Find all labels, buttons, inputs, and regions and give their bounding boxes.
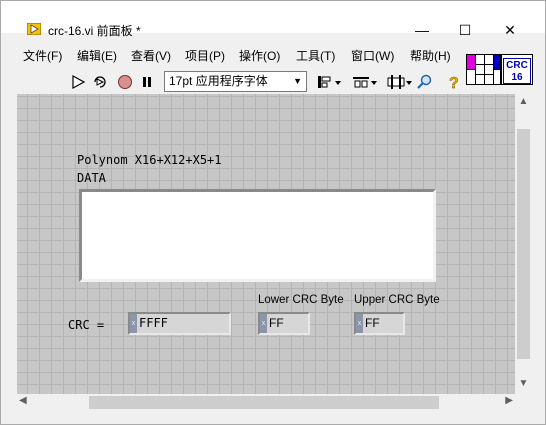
radix-icon: x: [356, 314, 363, 333]
vi-icon-line2: 16: [511, 72, 523, 83]
menu-view[interactable]: 查看(V): [131, 48, 171, 64]
horizontal-scroll-thumb[interactable]: [89, 396, 439, 409]
close-button[interactable]: ✕: [487, 15, 533, 45]
polynom-label: Polynom X16+X12+X5+1: [77, 153, 222, 167]
menu-tools[interactable]: 工具(T): [296, 48, 335, 64]
search-icon[interactable]: [416, 74, 434, 90]
maximize-button[interactable]: ☐: [442, 15, 488, 45]
chevron-down-icon: ▼: [293, 76, 302, 86]
upper-crc-byte-indicator[interactable]: x FF: [354, 312, 405, 335]
help-icon[interactable]: ?: [445, 74, 463, 90]
run-continuously-icon[interactable]: [91, 74, 109, 90]
menu-window[interactable]: 窗口(W): [351, 48, 394, 64]
vertical-scroll-thumb[interactable]: [517, 129, 530, 359]
vertical-scrollbar[interactable]: ▲ ▼: [515, 94, 532, 394]
align-icon[interactable]: [315, 74, 343, 90]
abort-icon[interactable]: [116, 74, 134, 90]
connector-pane[interactable]: [466, 54, 502, 85]
upper-crc-byte-value: FF: [365, 316, 380, 330]
window: crc-16.vi 前面板 * — ☐ ✕ 文件(F) 编辑(E) 查看(V) …: [0, 0, 546, 425]
radix-icon: x: [260, 314, 267, 333]
crc-label: CRC =: [68, 318, 105, 332]
font-select[interactable]: 17pt 应用程序字体 ▼: [164, 71, 307, 92]
menu-project[interactable]: 项目(P): [185, 48, 225, 64]
radix-icon: x: [130, 314, 137, 333]
upper-crc-byte-label: Upper CRC Byte: [354, 294, 440, 306]
data-string-control[interactable]: [79, 189, 436, 282]
data-label: DATA: [77, 171, 106, 185]
labview-app-icon: [27, 23, 41, 35]
scroll-left-icon[interactable]: ◀: [19, 395, 27, 406]
window-title: crc-16.vi 前面板 *: [48, 24, 141, 38]
distribute-icon[interactable]: [351, 74, 379, 90]
minimize-button[interactable]: —: [399, 15, 445, 45]
resize-grip[interactable]: [515, 394, 532, 411]
scroll-right-icon[interactable]: ▶: [505, 395, 513, 406]
horizontal-scrollbar[interactable]: ◀ ▶: [17, 394, 515, 411]
scroll-up-icon[interactable]: ▲: [515, 96, 532, 110]
lower-crc-byte-indicator[interactable]: x FF: [258, 312, 310, 335]
menu-help[interactable]: 帮助(H): [410, 48, 451, 64]
menu-operate[interactable]: 操作(O): [239, 48, 280, 64]
menu-edit[interactable]: 编辑(E): [77, 48, 117, 64]
scroll-down-icon[interactable]: ▼: [515, 378, 532, 392]
font-select-value: 17pt 应用程序字体: [169, 74, 268, 88]
run-arrow-icon[interactable]: [70, 74, 88, 90]
vi-icon[interactable]: CRC 16: [501, 54, 533, 85]
menu-file[interactable]: 文件(F): [23, 48, 62, 64]
crc-value: FFFF: [139, 316, 168, 330]
lower-crc-byte-label: Lower CRC Byte: [258, 294, 344, 306]
lower-crc-byte-value: FF: [269, 316, 284, 330]
vi-icon-line1: CRC: [506, 60, 528, 71]
menu-bar: 文件(F) 编辑(E) 查看(V) 项目(P) 操作(O) 工具(T) 窗口(W…: [1, 45, 461, 67]
resize-icon[interactable]: [386, 74, 414, 90]
svg-text:?: ?: [449, 75, 459, 90]
pause-icon[interactable]: [138, 74, 156, 90]
crc-indicator[interactable]: x FFFF: [128, 312, 231, 335]
